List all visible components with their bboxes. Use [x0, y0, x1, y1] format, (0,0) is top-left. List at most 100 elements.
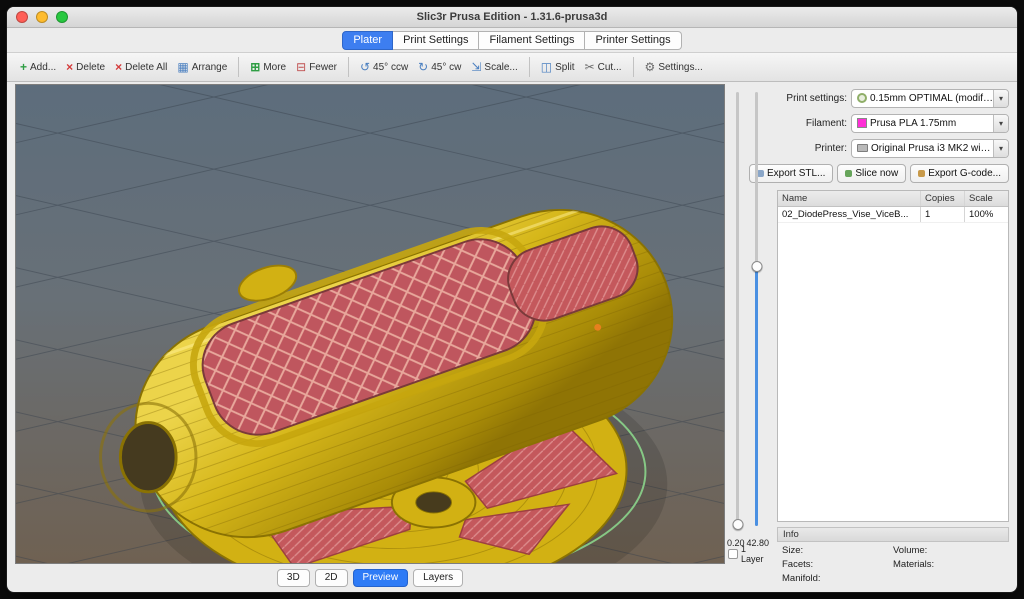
cut-button[interactable]: ✂ Cut... — [580, 59, 627, 75]
printer-value: Original Prusa i3 MK2 with ZHop — [871, 143, 993, 154]
layer-slider-min-track[interactable] — [736, 92, 739, 526]
tab-filament-settings[interactable]: Filament Settings — [479, 31, 585, 50]
more-button-label: More — [263, 62, 286, 73]
arrange-button[interactable]: ▦ Arrange — [172, 59, 232, 75]
desktop: Slic3r Prusa Edition - 1.31.6-prusa3d Pl… — [0, 0, 1024, 599]
object-name-cell: 02_DiodePress_Vise_ViceB... — [778, 207, 920, 222]
view-button-preview[interactable]: Preview — [353, 569, 409, 587]
delete-all-icon: × — [115, 61, 122, 73]
chevron-down-icon: ▾ — [993, 115, 1008, 132]
toolbar-separator — [238, 57, 239, 77]
column-header-name: Name — [778, 191, 920, 206]
export-gcode-icon — [918, 170, 925, 177]
chevron-down-icon: ▾ — [993, 140, 1008, 157]
traffic-lights — [16, 11, 68, 23]
info-materials-label: Materials: — [893, 559, 1004, 570]
filament-color-swatch — [857, 118, 867, 128]
scale-icon: ⇲ — [471, 61, 481, 73]
window-title: Slic3r Prusa Edition - 1.31.6-prusa3d — [417, 11, 608, 23]
view-button-2d[interactable]: 2D — [315, 569, 348, 587]
filament-dropdown[interactable]: Prusa PLA 1.75mm ▾ — [851, 114, 1009, 133]
layer-slider-max-handle[interactable] — [751, 261, 762, 272]
settings-icon: ⚙ — [645, 61, 656, 73]
one-layer-label: 1 Layer — [741, 544, 771, 564]
object-copies-cell: 1 — [920, 207, 964, 222]
one-layer-checkbox[interactable] — [728, 549, 738, 559]
delete-button[interactable]: × Delete — [61, 59, 110, 75]
view-switch-bar: 3D 2D Preview Layers — [15, 564, 725, 592]
info-section-title: Info — [777, 527, 1009, 542]
slice-now-label: Slice now — [855, 167, 898, 180]
layer-slider-min-handle[interactable] — [732, 519, 743, 530]
rotate-ccw-button-label: 45° ccw — [373, 62, 408, 73]
rotate-ccw-button[interactable]: ↺ 45° ccw — [355, 59, 413, 75]
titlebar: Slic3r Prusa Edition - 1.31.6-prusa3d — [7, 7, 1017, 28]
rotate-cw-button-label: 45° cw — [431, 62, 461, 73]
info-section: Info Size: Volume: Facets: Materials: Ma… — [777, 527, 1009, 584]
preview-3d-viewport[interactable] — [15, 84, 725, 564]
print-settings-icon — [857, 93, 867, 103]
zoom-window-button[interactable] — [56, 11, 68, 23]
view-button-layers[interactable]: Layers — [413, 569, 463, 587]
printer-icon — [857, 144, 868, 152]
tab-plater[interactable]: Plater — [342, 31, 393, 50]
settings-tabbar: Plater Print Settings Filament Settings … — [7, 28, 1017, 52]
scale-button-label: Scale... — [484, 62, 517, 73]
slic3r-window: Slic3r Prusa Edition - 1.31.6-prusa3d Pl… — [6, 6, 1018, 593]
printer-row: Printer: Original Prusa i3 MK2 with ZHop… — [777, 138, 1009, 158]
toolbar: + Add... × Delete × Delete All ▦ Arrange… — [7, 52, 1017, 82]
delete-icon: × — [66, 61, 73, 73]
rotate-ccw-icon: ↺ — [360, 61, 370, 73]
tab-print-settings[interactable]: Print Settings — [393, 31, 479, 50]
info-grid: Size: Volume: Facets: Materials: Manifol… — [777, 542, 1009, 584]
layer-slider-fill — [755, 266, 758, 526]
split-button[interactable]: ◫ Split — [536, 59, 580, 75]
add-button-label: Add... — [30, 62, 56, 73]
info-facets-label: Facets: — [782, 559, 893, 570]
object-table: Name Copies Scale 02_DiodePress_Vise_Vic… — [777, 190, 1009, 522]
cylinder-end-hole — [120, 423, 176, 492]
fewer-copies-icon: ⊟ — [296, 61, 306, 73]
slice-now-button[interactable]: Slice now — [837, 164, 906, 183]
filament-label: Filament: — [777, 118, 847, 129]
minimize-window-button[interactable] — [36, 11, 48, 23]
add-icon: + — [20, 61, 27, 73]
rotate-cw-button[interactable]: ↻ 45° cw — [413, 59, 466, 75]
more-button[interactable]: ⊞ More — [245, 59, 291, 75]
info-manifold-label: Manifold: — [782, 573, 893, 584]
arrange-icon: ▦ — [177, 61, 188, 73]
view-button-3d[interactable]: 3D — [277, 569, 310, 587]
column-header-scale: Scale — [964, 191, 1008, 206]
scale-button[interactable]: ⇲ Scale... — [466, 59, 522, 75]
object-table-empty-area — [778, 223, 1008, 521]
split-button-label: Split — [555, 62, 574, 73]
add-button[interactable]: + Add... — [15, 59, 61, 75]
chevron-down-icon: ▾ — [993, 90, 1008, 107]
disc-hub-hole — [416, 492, 452, 513]
filament-row: Filament: Prusa PLA 1.75mm ▾ — [777, 113, 1009, 133]
support-marker-dot — [594, 324, 601, 331]
object-scale-cell: 100% — [964, 207, 1008, 222]
export-stl-label: Export STL... — [767, 167, 825, 180]
object-settings-button[interactable]: ⚙ Settings... — [640, 59, 708, 75]
filament-value: Prusa PLA 1.75mm — [870, 118, 993, 129]
export-gcode-label: Export G-code... — [928, 167, 1001, 180]
printer-dropdown[interactable]: Original Prusa i3 MK2 with ZHop ▾ — [851, 139, 1009, 158]
table-row[interactable]: 02_DiodePress_Vise_ViceB... 1 100% — [778, 207, 1008, 223]
toolbar-separator — [348, 57, 349, 77]
close-window-button[interactable] — [16, 11, 28, 23]
print-settings-row: Print settings: 0.15mm OPTIMAL (modified… — [777, 88, 1009, 108]
export-gcode-button[interactable]: Export G-code... — [910, 164, 1009, 183]
right-panel: Print settings: 0.15mm OPTIMAL (modified… — [771, 82, 1017, 592]
layer-slider-max-track[interactable] — [755, 92, 758, 526]
toolbar-separator — [633, 57, 634, 77]
delete-all-button[interactable]: × Delete All — [110, 59, 172, 75]
fewer-button[interactable]: ⊟ Fewer — [291, 59, 342, 75]
tab-printer-settings[interactable]: Printer Settings — [585, 31, 681, 50]
print-settings-dropdown[interactable]: 0.15mm OPTIMAL (modified) ▾ — [851, 89, 1009, 108]
column-header-copies: Copies — [920, 191, 964, 206]
slice-now-icon — [845, 170, 852, 177]
cut-icon: ✂ — [585, 61, 595, 73]
object-settings-button-label: Settings... — [658, 62, 702, 73]
print-settings-label: Print settings: — [777, 93, 847, 104]
